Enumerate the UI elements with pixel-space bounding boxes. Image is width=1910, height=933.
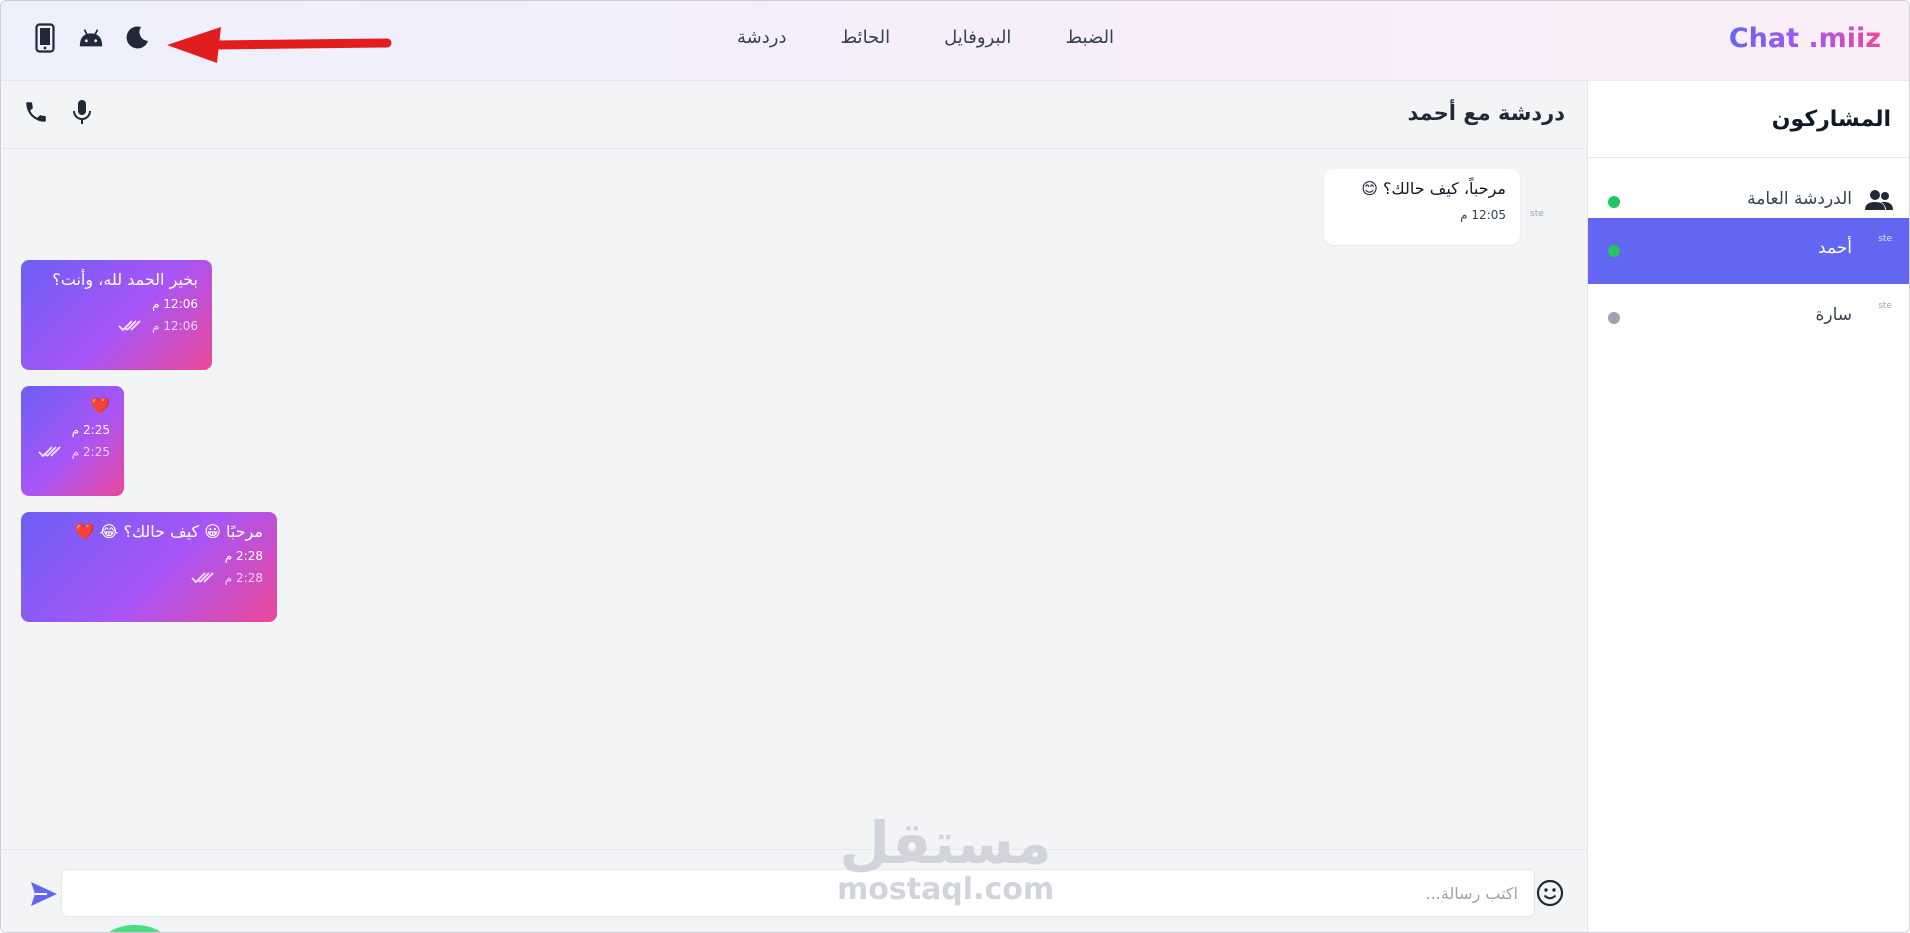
group-icon	[1865, 190, 1893, 210]
emoji-icon[interactable]	[1535, 878, 1565, 908]
message-input[interactable]	[61, 869, 1535, 917]
nav-settings[interactable]: الضبط	[1065, 27, 1114, 55]
online-status-dot	[1608, 245, 1620, 257]
participant-name: أحمد	[1818, 238, 1852, 258]
phone-icon[interactable]	[21, 97, 51, 127]
message-meta: 2:28 م	[35, 571, 263, 585]
message-time: 2:28 م	[224, 549, 263, 563]
message-meta-time: 2:28 م	[224, 571, 263, 585]
message-text: بخير الحمد لله، وأنت؟	[52, 270, 198, 289]
offline-status-dot	[1608, 312, 1620, 324]
mobile-icon[interactable]	[31, 23, 59, 53]
nav-profile[interactable]: البروفايل	[944, 27, 1011, 55]
participant-name: سارة	[1815, 305, 1852, 325]
main-nav: دردشة الحائط البروفايل الضبط	[737, 27, 1114, 55]
message-meta-time: 2:25 م	[71, 445, 110, 459]
message-meta: 12:06 م	[35, 319, 198, 333]
microphone-icon[interactable]	[67, 97, 97, 127]
divider	[1588, 157, 1909, 158]
double-check-icon	[118, 320, 141, 332]
nav-wall[interactable]: الحائط	[840, 27, 890, 55]
online-status-dot	[1608, 196, 1620, 208]
avatar: ste	[1878, 234, 1892, 244]
participants-sidebar: المشاركون الدردشة العامة ste أحمد ste سا…	[1587, 81, 1909, 932]
moon-icon[interactable]	[123, 24, 151, 52]
red-arrow-annotation	[167, 27, 392, 63]
message-composer	[1, 849, 1587, 932]
message-text: ❤️	[90, 396, 110, 415]
incoming-message: مرحباً، كيف حالك؟ 😊 12:05 م	[1324, 169, 1520, 245]
sender-avatar: ste	[1530, 209, 1544, 219]
chat-header-actions	[21, 97, 97, 127]
message-text: مرحباً، كيف حالك؟ 😊	[1361, 179, 1506, 198]
participant-name: الدردشة العامة	[1747, 189, 1852, 209]
outgoing-message: بخير الحمد لله، وأنت؟ 12:06 م 12:06 م	[21, 260, 212, 370]
app-window: دردشة الحائط البروفايل الضبط Chat .miiz …	[0, 0, 1910, 933]
message-time: 12:06 م	[152, 297, 198, 311]
brand-logo[interactable]: Chat .miiz	[1729, 23, 1881, 59]
send-icon[interactable]	[29, 880, 59, 908]
chat-title: دردشة مع أحمد	[1407, 101, 1565, 125]
message-time: 12:05 م	[1460, 208, 1506, 222]
participant-item-ahmed[interactable]: ste أحمد	[1588, 218, 1909, 284]
chat-panel: دردشة مع أحمد مرحباً، كيف حالك؟ 😊 12:05 …	[1, 81, 1587, 932]
android-icon[interactable]	[77, 24, 105, 52]
message-meta-time: 12:06 م	[152, 319, 198, 333]
outgoing-message: مرحبًا 😀 كيف حالك؟ 😂 ❤️ 2:28 م 2:28 م	[21, 512, 277, 622]
message-meta: 2:25 م	[35, 445, 110, 459]
message-text: مرحبًا 😀 كيف حالك؟ 😂 ❤️	[74, 522, 263, 541]
avatar: ste	[1878, 301, 1892, 311]
outgoing-message: ❤️ 2:25 م 2:25 م	[21, 386, 124, 496]
message-time: 2:25 م	[71, 423, 110, 437]
messages-area[interactable]: مرحباً، كيف حالك؟ 😊 12:05 م ste بخير الح…	[1, 149, 1587, 849]
chat-header: دردشة مع أحمد	[1, 81, 1587, 149]
participant-item-sara[interactable]: ste سارة	[1588, 285, 1909, 351]
top-actions	[31, 21, 151, 55]
nav-chat[interactable]: دردشة	[737, 27, 786, 55]
sidebar-title: المشاركون	[1771, 107, 1891, 132]
double-check-icon	[191, 572, 214, 584]
double-check-icon	[38, 446, 61, 458]
top-navbar: دردشة الحائط البروفايل الضبط Chat .miiz	[1, 1, 1909, 81]
